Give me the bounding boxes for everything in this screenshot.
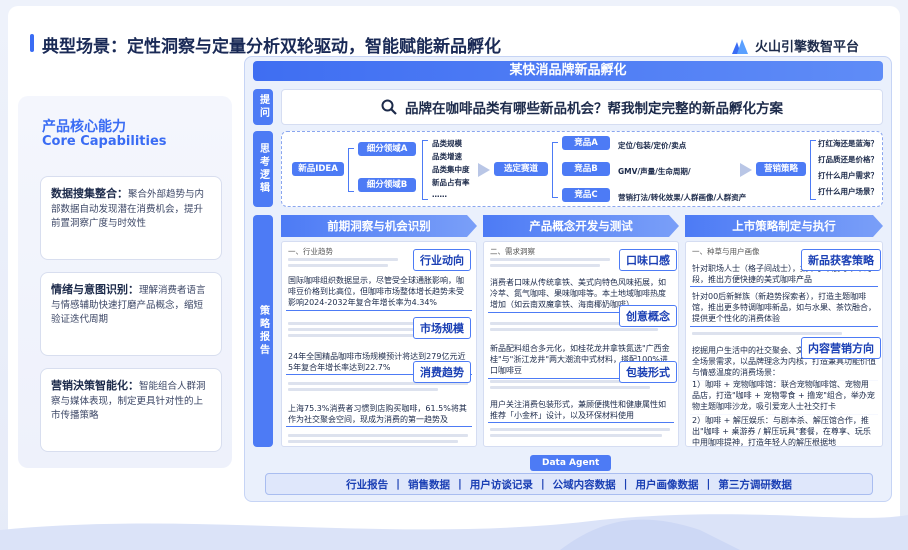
report-doc: 一、行业趋势 国际咖啡组织数据显示，尽管受全球通胀影响，咖啡豆价格到比高位，但咖… — [281, 241, 477, 447]
thinking-logic-diagram: 新品IDEA 细分领域A 细分领域B 品类规模 品类增速 品类集中度 新品占有率… — [281, 131, 883, 207]
strategy-question: 打什么用户需求？ — [818, 171, 878, 180]
title-accent-bar — [30, 34, 34, 52]
insight-highlight: 用户关注消费包装形式，兼顾便携性和健康属性如推荐「小金杯」设计，以及环保材料使用 — [488, 398, 674, 424]
insight-highlight: 国际咖啡组织数据显示，尽管受全球通胀影响，咖啡豆价格到比高位，但咖啡市场整体增长… — [286, 274, 472, 311]
doc-header: 一、种草与用户画像 — [692, 247, 760, 256]
doc-header: 一、行业趋势 — [288, 247, 333, 256]
doc-line — [288, 440, 458, 443]
source-separator: | — [396, 478, 400, 490]
bracket — [810, 140, 816, 200]
doc-header: 二、需求洞察 — [490, 247, 535, 256]
question-text: 品牌在咖啡品类有哪些新品机会？帮我制定完整的新品孵化方案 — [405, 101, 783, 117]
source-separator: | — [540, 478, 545, 490]
insight-highlight: 1）咖啡 + 宠物咖啡馆：联合宠物咖啡馆、宠物用品店，打造"咖啡 + 宠物零食 … — [690, 378, 878, 415]
doc-line — [490, 428, 670, 431]
source-item: 行业报告 — [346, 478, 389, 491]
metric-item: …… — [432, 190, 447, 199]
flow-title: 某快消品牌新品孵化 — [253, 61, 883, 81]
insight-tag: 新品获客策略 — [801, 249, 881, 271]
strategy-question: 打红海还是蓝海？ — [818, 139, 878, 148]
doc-line — [288, 258, 398, 261]
source-item: 销售数据 — [407, 478, 450, 491]
incubation-flow: 某快消品牌新品孵化 提问 思考逻辑 策略报告 品牌在咖啡品类有哪些新品机会？帮我… — [244, 56, 892, 502]
brand-logo: 火山引擎数智平台 — [730, 36, 859, 55]
competitor-b-node: 竞品B — [562, 162, 610, 176]
arrow-right-icon — [478, 163, 490, 177]
doc-line — [692, 332, 842, 335]
capabilities-title-en: Core Capabilities — [42, 134, 167, 149]
data-sources-bar: 行业报告 | 销售数据 | 用户访谈记录 | 公域内容数据 | 用户画像数据 | 第三方调… — [265, 473, 873, 495]
tab-think: 思考逻辑 — [253, 131, 273, 207]
bracket — [422, 140, 428, 200]
source-separator: | — [706, 478, 711, 490]
search-icon — [381, 99, 397, 115]
slide: 典型场景：定性洞察与定量分析双轮驱动，智能赋能新品孵化 火山引擎数智平台 产品核… — [8, 6, 900, 542]
doc-line — [490, 264, 600, 267]
page-title: 典型场景：定性洞察与定量分析双轮驱动，智能赋能新品孵化 — [42, 37, 501, 57]
metric-item: 新品占有率 — [432, 178, 470, 187]
doc-line — [490, 434, 662, 437]
stage-header: 上市策略制定与执行 — [685, 215, 883, 237]
brand-name: 火山引擎数智平台 — [755, 40, 860, 55]
metric-item: 品类规模 — [432, 139, 462, 148]
stage-header: 前期洞察与机会识别 — [281, 215, 477, 237]
capability-name: 营销決策智能化： — [51, 379, 139, 392]
question-box: 品牌在咖啡品类有哪些新品机会？帮我制定完整的新品孵化方案 — [281, 89, 883, 125]
source-item: 第三方调研数据 — [718, 478, 792, 491]
arrow-right-icon — [740, 163, 752, 177]
doc-line — [490, 258, 610, 261]
capabilities-panel: 产品核心能力 Core Capabilities 数据搜集整合：聚合外部趋势与内… — [18, 96, 232, 468]
domain-a-node: 细分领域A — [358, 142, 416, 156]
decorative-wave — [0, 514, 908, 550]
data-agent-label: Data Agent — [530, 455, 612, 471]
metric-item: 品类增速 — [432, 152, 462, 161]
competitor-c-node: 竞品C — [562, 188, 610, 202]
competitor-attr: 营销打法/转化效果/人群画像/人群资产 — [618, 193, 747, 202]
idea-node: 新品IDEA — [292, 162, 344, 176]
competitor-attr: GMV/声量/生命周期/ — [618, 167, 691, 176]
capability-name: 情绪与意图识别： — [51, 283, 139, 296]
choose-track-node: 选定赛道 — [494, 162, 548, 176]
capability-card: 数据搜集整合：聚合外部趋势与内部数据自动发现潜在消费机会，提升前置洞察广度与时效… — [40, 176, 222, 260]
doc-line — [288, 388, 438, 391]
bracket — [348, 148, 354, 192]
domain-b-node: 细分领域B — [358, 178, 416, 192]
capabilities-title-cn: 产品核心能力 — [42, 119, 126, 135]
insight-highlight: 上海75.3%消费者习惯到店购买咖啡，61.5%将其作为社交聚会空间，现成为消费… — [286, 402, 472, 428]
insight-tag: 口味口感 — [619, 249, 677, 271]
strategy-node: 营销策略 — [756, 162, 806, 176]
insight-highlight: 2）咖啡 + 解压娱乐：与剧本杀、解压馆合作，推出"咖啡 + 桌游券 / 解压玩… — [690, 414, 878, 446]
insight-tag: 消费趋势 — [413, 361, 471, 383]
source-item: 用户访谈记录 — [469, 478, 533, 491]
doc-line — [288, 264, 388, 267]
tab-ask: 提问 — [253, 89, 273, 125]
insight-highlight: 针对00后新鲜族（新趋势探索者），打造主题咖啡馆，推出更多特调咖啡新品，如与水果… — [690, 290, 878, 327]
insight-tag: 内容营销方向 — [801, 337, 881, 359]
doc-line — [288, 434, 468, 437]
insight-tag: 行业动向 — [413, 249, 471, 271]
insight-tag: 创意概念 — [619, 305, 677, 327]
capability-card: 情绪与意图识别：理解消费者语言与情感辅助快速打磨产品概念，缩短验证迭代周期 — [40, 272, 222, 356]
insight-tag: 包装形式 — [619, 361, 677, 383]
source-item: 用户画像数据 — [635, 478, 699, 491]
source-separator: | — [623, 478, 628, 490]
insight-tag: 市场规模 — [413, 317, 471, 339]
stage-header: 产品概念开发与测试 — [483, 215, 679, 237]
competitor-attr: 定位/包装/定价/卖点 — [618, 141, 687, 150]
doc-line — [490, 386, 650, 389]
volcano-logo-icon — [732, 38, 748, 54]
source-item: 公域内容数据 — [552, 478, 616, 491]
tab-report: 策略报告 — [253, 215, 273, 447]
strategy-question: 打什么用户场景？ — [818, 187, 878, 196]
capability-name: 数据搜集整合： — [51, 187, 128, 200]
source-separator: | — [457, 478, 462, 490]
metric-item: 品类集中度 — [432, 165, 470, 174]
doc-line — [490, 328, 658, 331]
bracket — [552, 142, 558, 198]
strategy-question: 打品质还是价格？ — [818, 155, 878, 164]
capability-card: 营销決策智能化：智能组合人群洞察与媒体表现，制定更具针对性的上市传播策略 — [40, 368, 222, 452]
competitor-a-node: 竞品A — [562, 136, 610, 150]
report-doc: 二、需求洞察 消费者口味从传统拿铁、美式向特色风味拓展，如冷萃、氮气咖啡、果味咖… — [483, 241, 679, 447]
